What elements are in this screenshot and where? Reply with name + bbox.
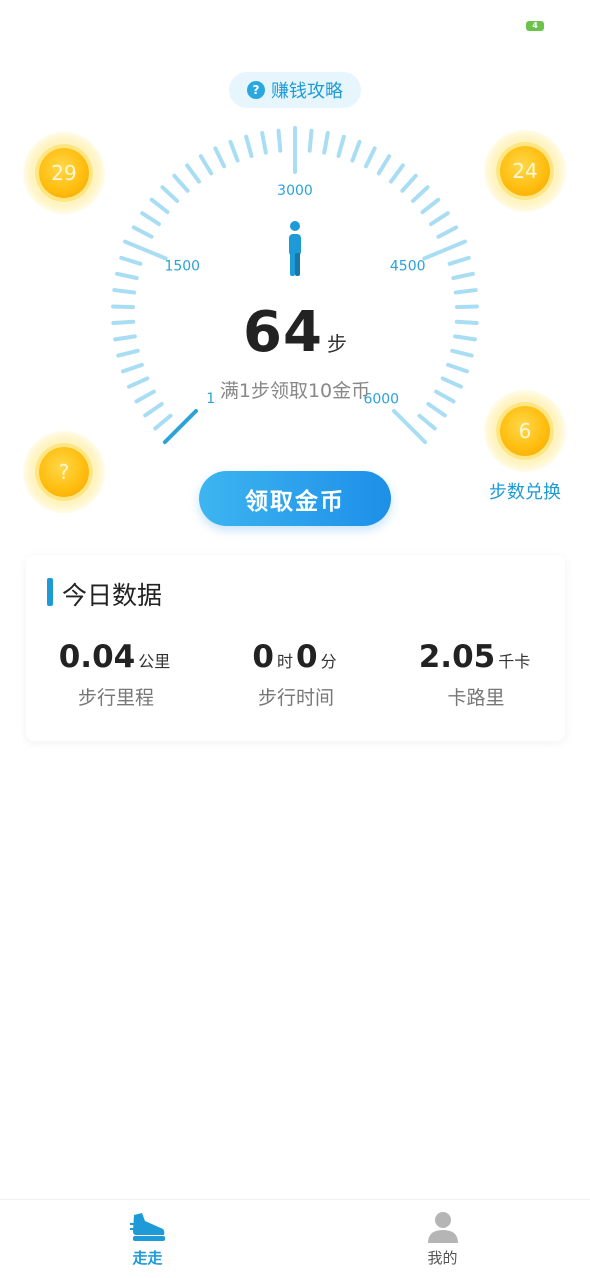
gauge-tick — [417, 413, 437, 431]
gauge-tick — [119, 255, 143, 266]
distance-value: 0.04 — [58, 639, 136, 675]
card-title: 今日数据 — [62, 581, 163, 610]
gauge-tick — [447, 255, 471, 266]
time-minutes-value: 0 — [296, 639, 318, 675]
stat-calories: 2.05 千卡 卡路里 — [386, 639, 566, 710]
app-screen: 4 ? 赚钱攻略 1 1500 3000 4500 6000 64 步 满1步领取10金币… — [0, 0, 590, 1278]
bottom-tab-bar: 走走 我的 — [0, 1199, 590, 1278]
step-count-unit: 步 — [326, 332, 347, 356]
step-count-value: 64 — [243, 300, 323, 365]
tab-mine[interactable]: 我的 — [295, 1200, 590, 1278]
card-title-accent — [47, 578, 53, 606]
coin-icon: ? — [39, 447, 89, 497]
gauge-tick — [389, 163, 405, 184]
coin-icon: 6 — [500, 406, 550, 456]
calories-unit: 千卡 — [498, 652, 531, 671]
today-data-card: 今日数据 0.04 公里 步行里程 0 时0 分 步行时间 2.05 千卡 卡路里 — [26, 555, 565, 741]
gauge-tick — [451, 271, 475, 280]
gauge-major-tick — [422, 239, 467, 261]
gauge-tick — [429, 211, 450, 227]
coin-bubble-top-left[interactable]: 29 — [23, 132, 105, 214]
gauge-tick — [153, 413, 173, 431]
time-label: 步行时间 — [257, 687, 334, 709]
gauge-tick-label: 1500 — [164, 258, 200, 274]
time-hours-value: 0 — [252, 639, 274, 675]
gauge-tick — [160, 185, 180, 203]
stat-time: 0 时0 分 步行时间 — [206, 639, 386, 710]
tab-walk-label: 走走 — [132, 1249, 163, 1267]
gauge-tick — [120, 362, 144, 374]
gauge-tick — [446, 362, 470, 374]
gauge-tick — [376, 154, 392, 176]
gauge-tick-label: 3000 — [277, 183, 313, 199]
stat-distance: 0.04 公里 步行里程 — [26, 639, 206, 710]
tab-mine-label: 我的 — [427, 1249, 458, 1267]
time-minutes-unit: 分 — [320, 652, 337, 671]
gauge-tick — [140, 211, 161, 227]
gauge-tick — [350, 139, 362, 163]
coin-icon: 24 — [500, 146, 550, 196]
distance-unit: 公里 — [138, 652, 171, 671]
gauge-tick — [198, 154, 214, 176]
gauge-tick — [149, 197, 170, 215]
gauge-tick — [453, 288, 478, 295]
gauge-tick — [436, 225, 459, 239]
claim-coins-button[interactable]: 领取金币 — [199, 471, 391, 526]
gauge-tick — [363, 146, 377, 169]
gauge-tick — [420, 197, 441, 215]
gauge-tick — [112, 288, 137, 295]
gauge-tick — [115, 271, 139, 280]
gauge-tick — [400, 173, 418, 193]
gauge-tick — [426, 402, 447, 418]
gauge-tick — [336, 134, 346, 158]
calories-value: 2.05 — [418, 639, 496, 675]
gauge-tick — [143, 402, 164, 418]
gauge-tick — [260, 130, 268, 155]
step-count: 64 步 — [0, 300, 590, 365]
step-exchange-link[interactable]: 步数兑换 — [483, 478, 567, 504]
gauge-tick — [322, 130, 330, 155]
gauge-tick — [131, 225, 154, 239]
coin-bubble-bottom-left[interactable]: ? — [23, 431, 105, 513]
gauge-tick — [276, 128, 283, 153]
gauge-tick — [172, 173, 190, 193]
gauge-tick — [213, 146, 227, 169]
time-hours-unit: 时 — [276, 652, 293, 671]
coin-bubble-top-right[interactable]: 24 — [484, 130, 566, 212]
walking-person-icon — [289, 221, 301, 276]
coin-bubble-step-exchange[interactable]: 6 — [484, 390, 566, 472]
calories-label: 卡路里 — [447, 687, 505, 709]
gauge-tick-label: 4500 — [390, 258, 426, 274]
distance-label: 步行里程 — [77, 687, 154, 709]
shoe-icon — [129, 1213, 165, 1241]
gauge-tick-labels: 11500300045006000 — [164, 183, 425, 407]
user-icon — [427, 1212, 458, 1243]
gauge-tick — [307, 128, 314, 153]
gauge-tick — [410, 185, 430, 203]
coin-icon: 29 — [39, 148, 89, 198]
gauge-major-tick — [123, 239, 168, 261]
gauge-tick — [185, 163, 201, 184]
gauge-tick — [244, 134, 254, 158]
tab-walk[interactable]: 走走 — [0, 1200, 295, 1278]
gauge-tick — [228, 139, 240, 163]
